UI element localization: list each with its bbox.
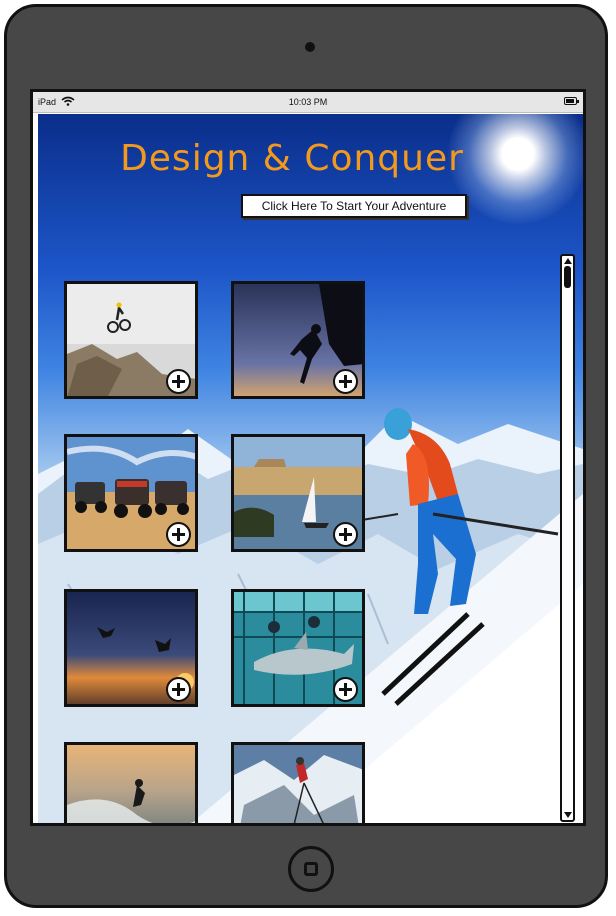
surfing-tile[interactable]: [64, 742, 198, 823]
add-plus-icon[interactable]: [333, 677, 358, 702]
home-button[interactable]: [288, 846, 334, 892]
rock-climbing-tile[interactable]: [231, 281, 365, 399]
add-plus-icon[interactable]: [333, 522, 358, 547]
ice-climbing-photo: [234, 745, 362, 823]
screen: iPad 10:03 PM Design & Conquer Click Her…: [30, 89, 586, 826]
add-plus-icon[interactable]: [166, 677, 191, 702]
shark-cage-tile[interactable]: [231, 589, 365, 707]
status-time: 10:03 PM: [288, 97, 328, 107]
add-plus-icon[interactable]: [333, 369, 358, 394]
ice-climbing-tile[interactable]: [231, 742, 365, 823]
add-plus-icon[interactable]: [166, 522, 191, 547]
start-adventure-button[interactable]: Click Here To Start Your Adventure: [241, 194, 467, 218]
status-bar: iPad 10:03 PM: [33, 92, 583, 113]
add-plus-icon[interactable]: [166, 369, 191, 394]
vertical-scrollbar[interactable]: [560, 254, 575, 822]
surfing-photo: [67, 745, 195, 823]
home-square-icon: [304, 862, 318, 876]
skydiving-tile[interactable]: [64, 589, 198, 707]
page-title: Design & Conquer: [38, 138, 558, 179]
dune-buggies-tile[interactable]: [64, 434, 198, 552]
camera-dot: [305, 42, 315, 52]
scroll-down-icon[interactable]: [564, 812, 572, 818]
page-title-text: Design & Conquer: [120, 138, 464, 179]
bmx-jump-tile[interactable]: [64, 281, 198, 399]
scroll-thumb[interactable]: [564, 266, 571, 288]
hero-background: Design & Conquer Click Here To Start You…: [38, 114, 583, 823]
battery-icon: [564, 97, 579, 105]
scroll-up-icon[interactable]: [564, 258, 572, 264]
sailing-nile-tile[interactable]: [231, 434, 365, 552]
